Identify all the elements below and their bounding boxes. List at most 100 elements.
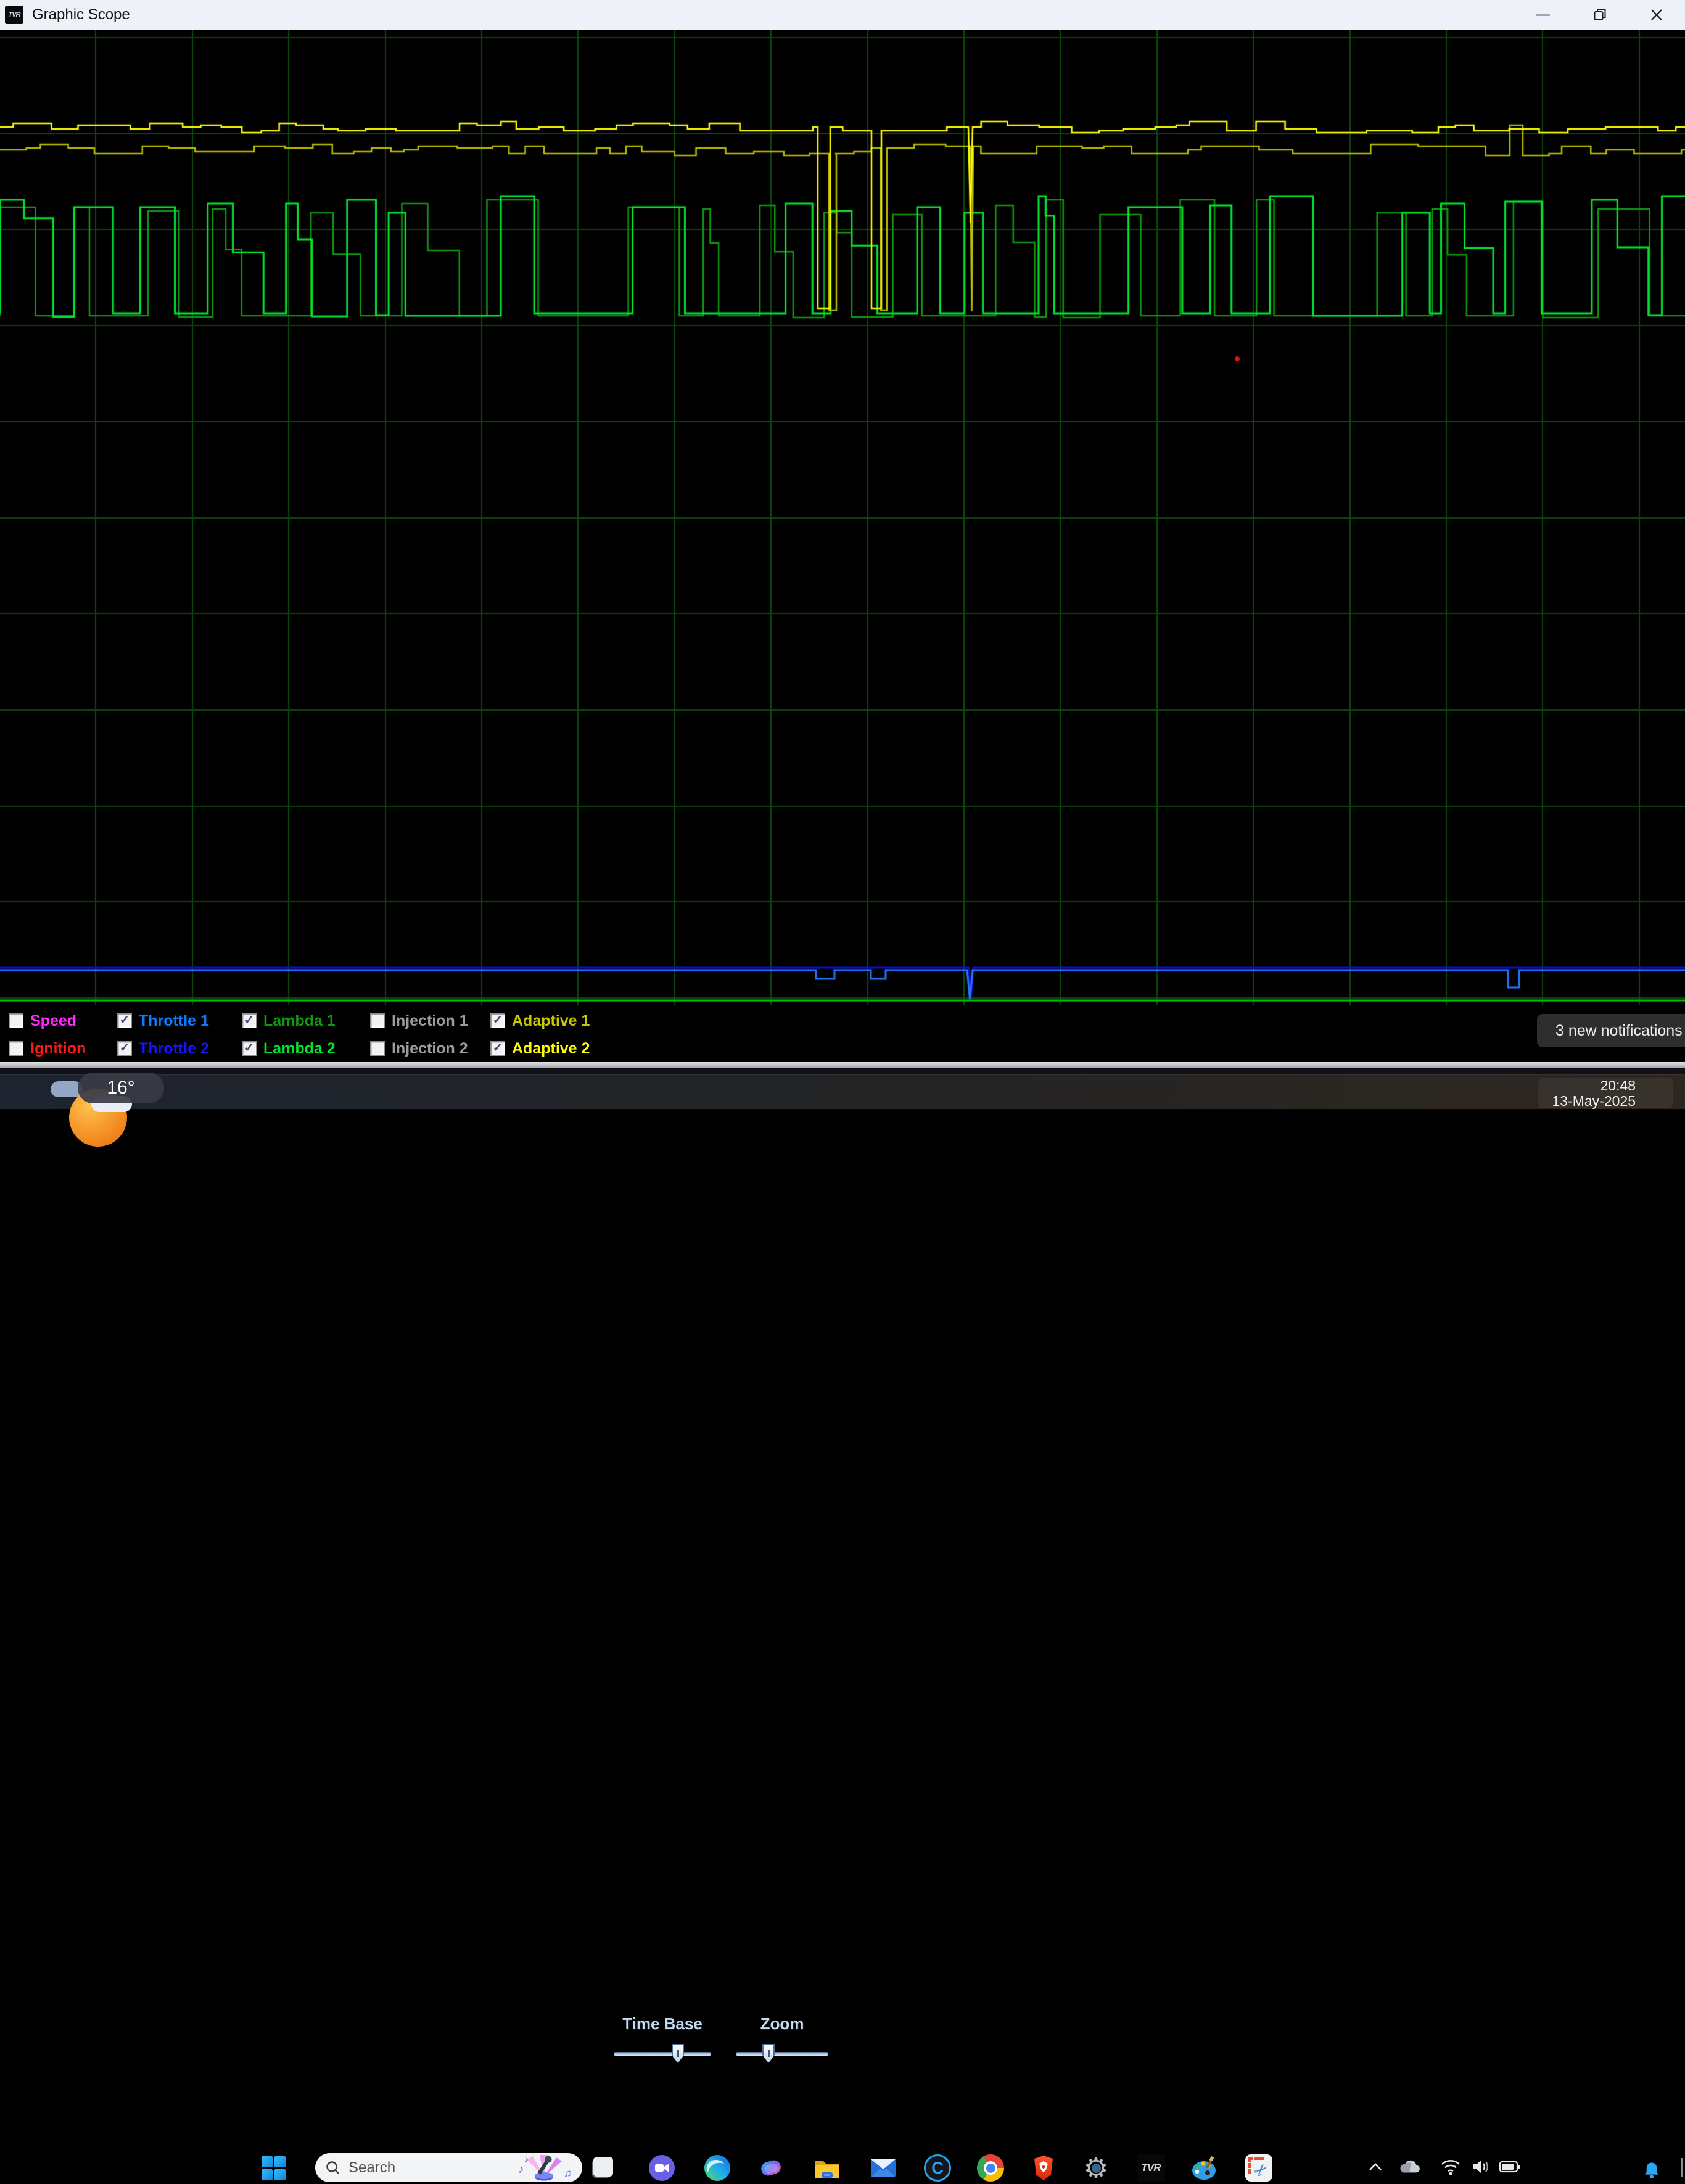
- speaker-icon: [1473, 2161, 1488, 2173]
- close-icon: [1651, 9, 1662, 20]
- channel-checkbox-speed[interactable]: [9, 1013, 23, 1028]
- channel-label-injection-1: Injection 1: [392, 1012, 468, 1029]
- taskbar-item-paint[interactable]: [1190, 2153, 1219, 2183]
- paint-palette-icon: [1192, 2156, 1216, 2180]
- channel-checkbox-lambda-2[interactable]: ✓: [242, 1041, 257, 1056]
- edge-browser-icon: [704, 2155, 730, 2181]
- task-view-button[interactable]: [591, 2156, 614, 2179]
- window-title: Graphic Scope: [32, 6, 130, 23]
- chevron-up-icon: [1369, 2163, 1382, 2170]
- channel-checkbox-ignition[interactable]: [9, 1041, 23, 1056]
- show-desktop-button[interactable]: [1681, 2158, 1683, 2177]
- channel-label-adaptive-1: Adaptive 1: [512, 1012, 590, 1029]
- time-base-slider[interactable]: [614, 2044, 711, 2065]
- temperature-badge: 16°: [78, 1073, 164, 1103]
- channel-row-injection-1: Injection 1: [370, 1010, 468, 1031]
- taskbar-item-ccleaner[interactable]: C: [923, 2153, 952, 2183]
- channel-label-adaptive-2: Adaptive 2: [512, 1039, 590, 1057]
- zoom-thumb[interactable]: [762, 2044, 775, 2063]
- channel-row-ignition: Ignition: [9, 1038, 86, 1059]
- channel-label-throttle-2: Throttle 2: [139, 1039, 209, 1057]
- time-base-track[interactable]: [614, 2052, 711, 2056]
- notification-bell[interactable]: [1641, 2159, 1663, 2182]
- mail-icon: [871, 2159, 896, 2177]
- brave-icon: [1034, 2156, 1053, 2180]
- minimize-button[interactable]: [1515, 0, 1572, 30]
- taskbar-item-copilot[interactable]: [756, 2153, 786, 2183]
- notification-toast[interactable]: 3 new notifications: [1537, 1014, 1685, 1047]
- battery-icon: [1499, 2161, 1520, 2173]
- channel-checkbox-adaptive-2[interactable]: ✓: [490, 1041, 505, 1056]
- channel-label-speed: Speed: [30, 1012, 77, 1029]
- close-button[interactable]: [1628, 0, 1685, 30]
- clock-date: 13-May-2025: [1552, 1093, 1636, 1109]
- title-bar: TVR Graphic Scope: [0, 0, 1685, 30]
- taskbar-clock[interactable]: 20:48 13-May-2025: [1505, 1078, 1636, 1109]
- channel-checkbox-adaptive-1[interactable]: ✓: [490, 1013, 505, 1028]
- zoom-slider[interactable]: [736, 2044, 828, 2065]
- bell-icon: [1645, 2162, 1658, 2179]
- time-base-thumb[interactable]: [672, 2044, 684, 2063]
- channel-checkbox-injection-1[interactable]: [370, 1013, 385, 1028]
- taskbar-item-tvr-app[interactable]: TVR: [1136, 2153, 1166, 2183]
- tray-chevron-up[interactable]: [1364, 2156, 1386, 2178]
- window-bottom-border: [0, 1062, 1685, 1068]
- svg-text:♪: ♪: [524, 2154, 529, 2164]
- windows-logo-icon: [262, 2156, 273, 2167]
- search-box[interactable]: Search ♪ ♫ ♪: [315, 2153, 582, 2182]
- weather-widget[interactable]: 16°: [0, 1073, 185, 1147]
- channel-row-lambda-1: ✓ Lambda 1: [242, 1010, 336, 1031]
- desktop: TVR Graphic Scope Speed Ignition ✓ Throttle…: [0, 0, 1685, 2182]
- channel-row-lambda-2: ✓ Lambda 2: [242, 1038, 336, 1059]
- channel-row-speed: Speed: [9, 1010, 76, 1031]
- zoom-label: Zoom: [760, 2014, 804, 2033]
- taskbar-item-mail[interactable]: [868, 2153, 898, 2183]
- channel-row-injection-2: Injection 2: [370, 1038, 468, 1059]
- tray-volume[interactable]: [1470, 2156, 1493, 2178]
- tray-wifi[interactable]: [1440, 2156, 1462, 2178]
- channel-control-bar: Speed Ignition ✓ Throttle 1 ✓ Throttle 2 ✓ Lamb…: [0, 1005, 1685, 2063]
- taskbar-item-brave[interactable]: [1029, 2153, 1058, 2183]
- channel-label-injection-2: Injection 2: [392, 1039, 468, 1057]
- svg-text:♪: ♪: [518, 2163, 524, 2176]
- channel-label-throttle-1: Throttle 1: [139, 1012, 209, 1029]
- tray-onedrive[interactable]: [1399, 2156, 1421, 2178]
- channel-row-throttle-2: ✓ Throttle 2: [117, 1038, 209, 1059]
- channel-label-lambda-1: Lambda 1: [263, 1012, 336, 1029]
- channel-checkbox-throttle-2[interactable]: ✓: [117, 1041, 132, 1056]
- restore-button[interactable]: [1572, 0, 1628, 30]
- search-icon: [326, 2161, 339, 2174]
- svg-text:♫: ♫: [564, 2167, 572, 2179]
- taskbar-item-snipping-tool[interactable]: ✂: [1244, 2153, 1274, 2183]
- zoom-track[interactable]: [736, 2052, 828, 2056]
- channel-checkbox-throttle-1[interactable]: ✓: [117, 1013, 132, 1028]
- taskbar-item-chat-video[interactable]: [647, 2153, 677, 2183]
- scope-display: [0, 30, 1685, 1005]
- taskbar-item-chrome[interactable]: [976, 2153, 1005, 2183]
- taskbar-item-file-explorer[interactable]: [812, 2153, 842, 2183]
- notification-toast-text: 3 new notifications: [1555, 1021, 1683, 1039]
- ccleaner-icon: C: [924, 2154, 951, 2182]
- tvr-app-icon: TVR: [1137, 2154, 1165, 2182]
- folder-icon: [815, 2161, 839, 2178]
- video-chat-icon: [649, 2155, 675, 2181]
- wifi-icon: [1441, 2160, 1460, 2175]
- taskbar: 16° Search ♪ ♫ ♪ C TVR ✂ 20:48 13-May-20…: [0, 1073, 1685, 2182]
- time-base-label: Time Base: [622, 2014, 702, 2033]
- clock-time: 20:48: [1600, 1078, 1636, 1094]
- desktop-strip: [0, 1068, 1685, 1074]
- tray-battery[interactable]: [1499, 2156, 1521, 2178]
- minimize-icon: [1536, 14, 1550, 16]
- channel-checkbox-lambda-1[interactable]: ✓: [242, 1013, 257, 1028]
- start-button[interactable]: [262, 2156, 286, 2181]
- onedrive-cloud-icon: [1400, 2160, 1420, 2173]
- channel-label-ignition: Ignition: [30, 1039, 86, 1057]
- channel-row-adaptive-2: ✓ Adaptive 2: [490, 1038, 590, 1059]
- chrome-icon: [977, 2154, 1004, 2182]
- channel-row-throttle-1: ✓ Throttle 1: [117, 1010, 209, 1031]
- channel-row-adaptive-1: ✓ Adaptive 1: [490, 1010, 590, 1031]
- taskbar-item-settings[interactable]: ⚙: [1081, 2153, 1111, 2183]
- taskbar-item-edge[interactable]: [702, 2153, 732, 2183]
- snipping-tool-icon: ✂: [1245, 2154, 1272, 2182]
- channel-checkbox-injection-2[interactable]: [370, 1041, 385, 1056]
